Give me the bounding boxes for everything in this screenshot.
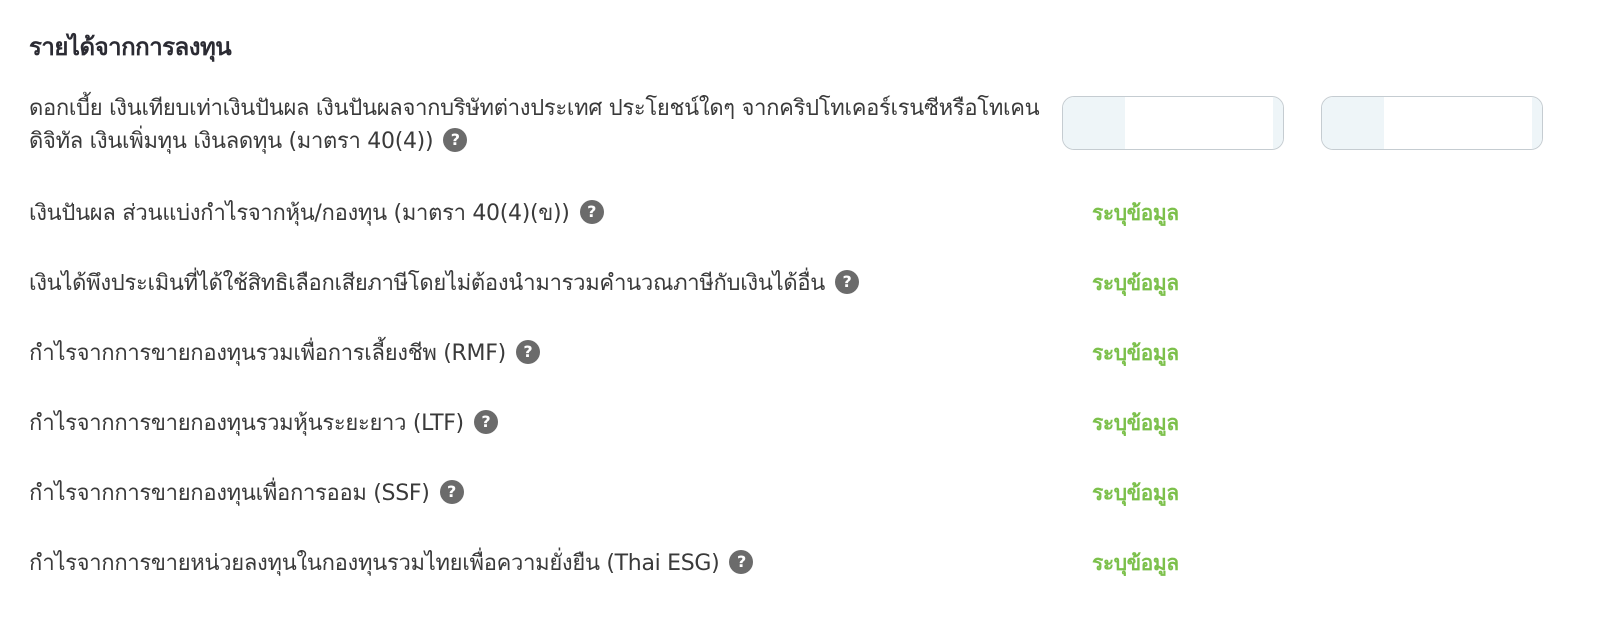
row-label-text: กำไรจากการขายกองทุนเพื่อการออม (SSF) (29, 481, 430, 506)
row-label-text: กำไรจากการขายกองทุนรวมหุ้นระยะยาว (LTF) (29, 411, 464, 436)
row-label-text: กำไรจากการขายกองทุนรวมเพื่อการเลี้ยงชีพ … (29, 341, 506, 366)
row-label: กำไรจากการขายกองทุนรวมหุ้นระยะยาว (LTF)? (29, 407, 1079, 440)
amount-input-box-1 (1062, 96, 1284, 150)
input-suffix (1273, 97, 1283, 149)
help-icon[interactable]: ? (473, 410, 498, 434)
amount-input-box-2 (1321, 96, 1543, 150)
specify-info-link[interactable]: ระบุข้อมูล (1092, 267, 1179, 300)
row-label: กำไรจากการขายกองทุนรวมเพื่อการเลี้ยงชีพ … (29, 337, 1079, 370)
help-icon[interactable]: ? (443, 128, 468, 152)
help-icon[interactable]: ? (439, 480, 464, 504)
specify-info-link[interactable]: ระบุข้อมูล (1092, 337, 1179, 370)
row-label: เงินปันผล ส่วนแบ่งกำไรจากหุ้น/กองทุน (มา… (29, 197, 1079, 230)
row-label-text: กำไรจากการขายหน่วยลงทุนในกองทุนรวมไทยเพื… (29, 551, 720, 576)
row-label-text: เงินปันผล ส่วนแบ่งกำไรจากหุ้น/กองทุน (มา… (29, 201, 570, 226)
specify-info-link[interactable]: ระบุข้อมูล (1092, 197, 1179, 230)
row-label: กำไรจากการขายกองทุนเพื่อการออม (SSF)? (29, 477, 1079, 510)
row-label-text: ดอกเบี้ย เงินเทียบเท่าเงินปันผล เงินปันผ… (29, 96, 1040, 154)
specify-info-link[interactable]: ระบุข้อมูล (1092, 547, 1179, 580)
input-prefix (1322, 97, 1384, 149)
investment-income-section: รายได้จากการลงทุน ดอกเบี้ย เงินเทียบเท่า… (0, 0, 1611, 622)
tax-withheld-input[interactable] (1384, 97, 1528, 149)
section-title: รายได้จากการลงทุน (29, 33, 232, 61)
row-label: กำไรจากการขายหน่วยลงทุนในกองทุนรวมไทยเพื… (29, 547, 1079, 580)
specify-info-link[interactable]: ระบุข้อมูล (1092, 477, 1179, 510)
row-label: เงินได้พึงประเมินที่ได้ใช้สิทธิเลือกเสีย… (29, 267, 1079, 300)
input-suffix (1532, 97, 1542, 149)
help-icon[interactable]: ? (579, 200, 604, 224)
row-label-text: เงินได้พึงประเมินที่ได้ใช้สิทธิเลือกเสีย… (29, 271, 826, 296)
input-prefix (1063, 97, 1125, 149)
help-icon[interactable]: ? (515, 340, 540, 364)
help-icon[interactable]: ? (729, 550, 754, 574)
help-icon[interactable]: ? (835, 270, 860, 294)
income-amount-input[interactable] (1125, 97, 1269, 149)
specify-info-link[interactable]: ระบุข้อมูล (1092, 407, 1179, 440)
row-label: ดอกเบี้ย เงินเทียบเท่าเงินปันผล เงินปันผ… (29, 92, 1079, 158)
